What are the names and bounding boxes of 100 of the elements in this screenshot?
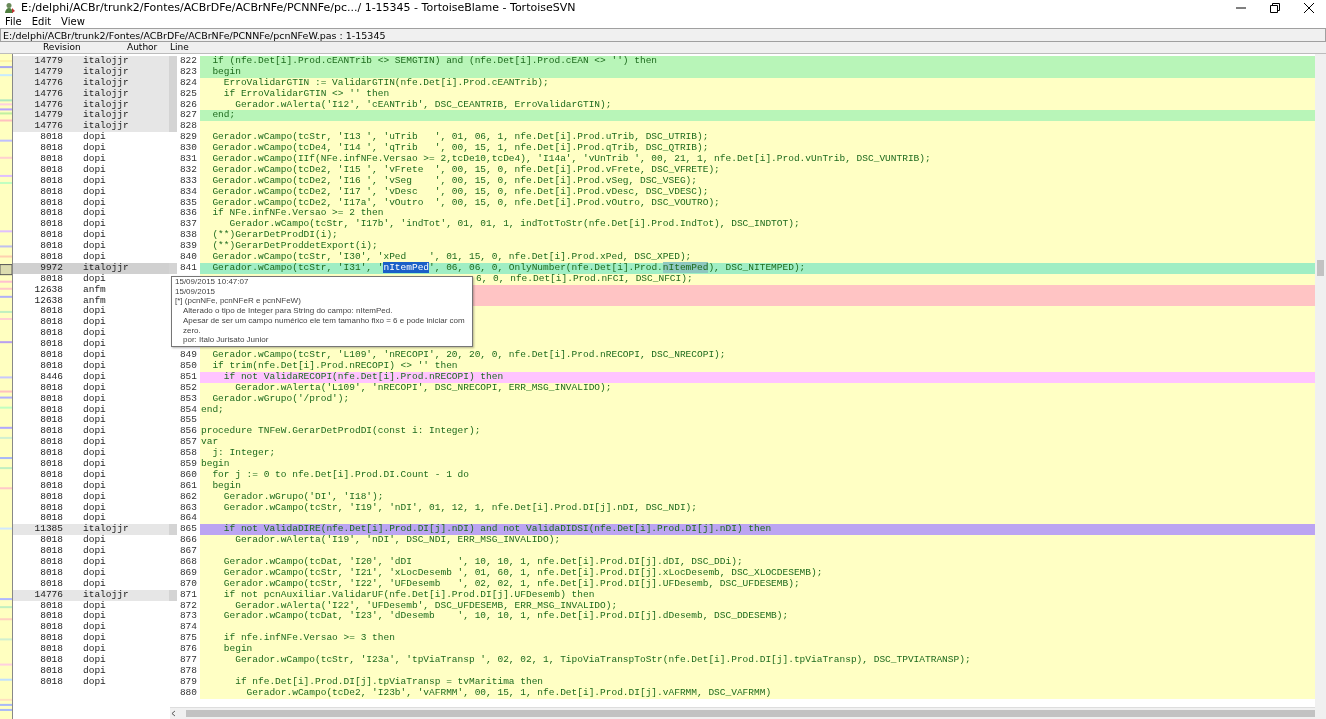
tooltip-text: [*] (pcnNFe, pcnNFeR e pcnNFeW) bbox=[175, 296, 302, 307]
author-name: dopi bbox=[83, 448, 106, 459]
author-name: dopi bbox=[83, 491, 106, 503]
column-header[interactable]: Author bbox=[127, 42, 170, 53]
line-number: 877 bbox=[178, 655, 198, 666]
blame-row[interactable]: 14779 italojjr bbox=[13, 110, 169, 122]
menu-item[interactable]: Edit bbox=[31, 15, 52, 27]
line-number: 835 bbox=[178, 197, 198, 209]
horizontal-scrollbar[interactable] bbox=[170, 707, 1315, 719]
blame-row[interactable]: 11385 italojjr bbox=[13, 524, 169, 536]
blame-row[interactable]: 14776 italojjr bbox=[13, 99, 169, 111]
line-number: 856 bbox=[178, 426, 198, 438]
author-name: dopi bbox=[83, 273, 106, 285]
author-name: dopi bbox=[83, 143, 106, 154]
revision-number: 8018 bbox=[39, 622, 63, 634]
window-title: E:/delphi/ACBr/trunk2/Fontes/ACBrDFe/ACBrNFe/PCNNFe/pc.../ 1-15345 - TortoiseBlame - TortoiseSVN bbox=[21, 1, 577, 14]
file-path-bar: E:/delphi/ACBr/trunk2/Fontes/ACBrDFe/ACBrNFe/PCNNFe/pcnNFeW.pas : 1-15345 bbox=[0, 28, 1326, 42]
revision-number: 14776 bbox=[33, 99, 63, 111]
revision-number: 8018 bbox=[39, 655, 63, 666]
line-number: 855 bbox=[178, 415, 198, 427]
line-number: 834 bbox=[178, 186, 198, 198]
line-number: 880 bbox=[178, 687, 198, 699]
revision-number: 8018 bbox=[39, 382, 63, 394]
line-number: 869 bbox=[178, 567, 198, 579]
author-name: dopi bbox=[83, 306, 106, 317]
revision-number: 8018 bbox=[39, 197, 63, 209]
revision-number: 8018 bbox=[39, 633, 63, 645]
author-name: italojjr bbox=[83, 88, 129, 100]
line-number: 841 bbox=[178, 262, 198, 274]
revision-number: 8018 bbox=[39, 578, 63, 590]
author-name: dopi bbox=[83, 426, 106, 437]
revision-number: 8018 bbox=[39, 132, 63, 144]
revision-number: 8018 bbox=[39, 164, 63, 176]
author-name: dopi bbox=[83, 502, 106, 513]
line-number: 853 bbox=[178, 393, 198, 405]
line-number: 829 bbox=[178, 132, 198, 144]
revision-number: 8018 bbox=[39, 546, 63, 557]
blame-row[interactable]: 9972 italojjr bbox=[13, 262, 169, 274]
author-name: dopi bbox=[83, 371, 106, 383]
line-number: 850 bbox=[178, 360, 198, 372]
menu-item[interactable]: File bbox=[5, 15, 22, 27]
author-name: dopi bbox=[83, 644, 106, 655]
author-name: dopi bbox=[83, 676, 106, 688]
match-highlight: nItemPed bbox=[662, 261, 709, 273]
revision-number: 8446 bbox=[39, 371, 63, 383]
author-name: italojjr bbox=[83, 77, 129, 89]
line-number: 876 bbox=[178, 644, 198, 655]
column-header[interactable]: Line bbox=[170, 42, 230, 53]
close-icon bbox=[1304, 2, 1314, 13]
change-marker bbox=[169, 524, 177, 536]
app-icon bbox=[4, 1, 16, 14]
revision-number: 8018 bbox=[39, 360, 63, 372]
column-header[interactable]: Revision bbox=[43, 42, 127, 53]
line-number: 840 bbox=[178, 252, 198, 263]
revision-number: 8018 bbox=[39, 273, 63, 285]
revision-number: 14779 bbox=[33, 56, 63, 67]
revision-number: 8018 bbox=[39, 458, 63, 470]
revision-number: 8018 bbox=[39, 491, 63, 503]
author-name: italojjr bbox=[83, 589, 129, 601]
tooltip-text: por: Italo Jurisato Junior bbox=[182, 335, 270, 345]
line-number: 861 bbox=[178, 480, 198, 492]
author-name: italojjr bbox=[83, 99, 129, 110]
line-number: 857 bbox=[178, 437, 198, 449]
revision-number: 14779 bbox=[33, 110, 63, 122]
line-number: 852 bbox=[178, 382, 198, 394]
line-number: 832 bbox=[178, 164, 198, 176]
line-number: 851 bbox=[178, 371, 198, 383]
blame-row[interactable]: 14776 italojjr bbox=[13, 121, 169, 133]
author-name: dopi bbox=[83, 469, 106, 481]
line-number: 822 bbox=[178, 56, 198, 67]
line-number: 871 bbox=[178, 589, 198, 601]
author-name: dopi bbox=[83, 164, 106, 176]
author-name: dopi bbox=[83, 219, 106, 230]
revision-number: 8018 bbox=[39, 241, 63, 253]
author-name: dopi bbox=[83, 567, 106, 579]
blame-row[interactable]: 14779 italojjr bbox=[13, 66, 169, 78]
selected-text: nItemPed bbox=[383, 261, 430, 273]
author-name: dopi bbox=[83, 197, 106, 208]
author-name: dopi bbox=[83, 622, 106, 633]
author-name: italojjr bbox=[83, 66, 129, 78]
blame-row[interactable]: 14776 italojjr bbox=[13, 589, 169, 601]
menu-item[interactable]: View bbox=[61, 15, 85, 27]
line-number: 828 bbox=[178, 121, 198, 133]
line-number: 858 bbox=[178, 448, 198, 459]
line-number: 872 bbox=[178, 600, 198, 612]
line-number: 867 bbox=[178, 546, 198, 557]
blame-row[interactable]: 14776 italojjr bbox=[13, 77, 169, 89]
author-name: dopi bbox=[83, 404, 106, 415]
blame-row[interactable]: 14779 italojjr bbox=[13, 56, 169, 67]
author-name: dopi bbox=[83, 360, 106, 372]
author-name: italojjr bbox=[83, 524, 129, 535]
vertical-scrollbar[interactable] bbox=[1315, 54, 1326, 719]
tooltip-text: Apesar de ser um campo numérico ele tem tamanho fixo = 6 e pode iniciar com zero. bbox=[182, 315, 466, 336]
blame-overview-bar[interactable] bbox=[0, 54, 13, 719]
line-number: 837 bbox=[178, 219, 198, 231]
revision-number: 14776 bbox=[33, 77, 63, 89]
blame-row[interactable]: 14776 italojjr bbox=[13, 88, 169, 100]
line-number: 849 bbox=[178, 350, 198, 361]
scroll-left-icon[interactable] bbox=[170, 708, 178, 719]
line-number: 825 bbox=[178, 88, 198, 100]
